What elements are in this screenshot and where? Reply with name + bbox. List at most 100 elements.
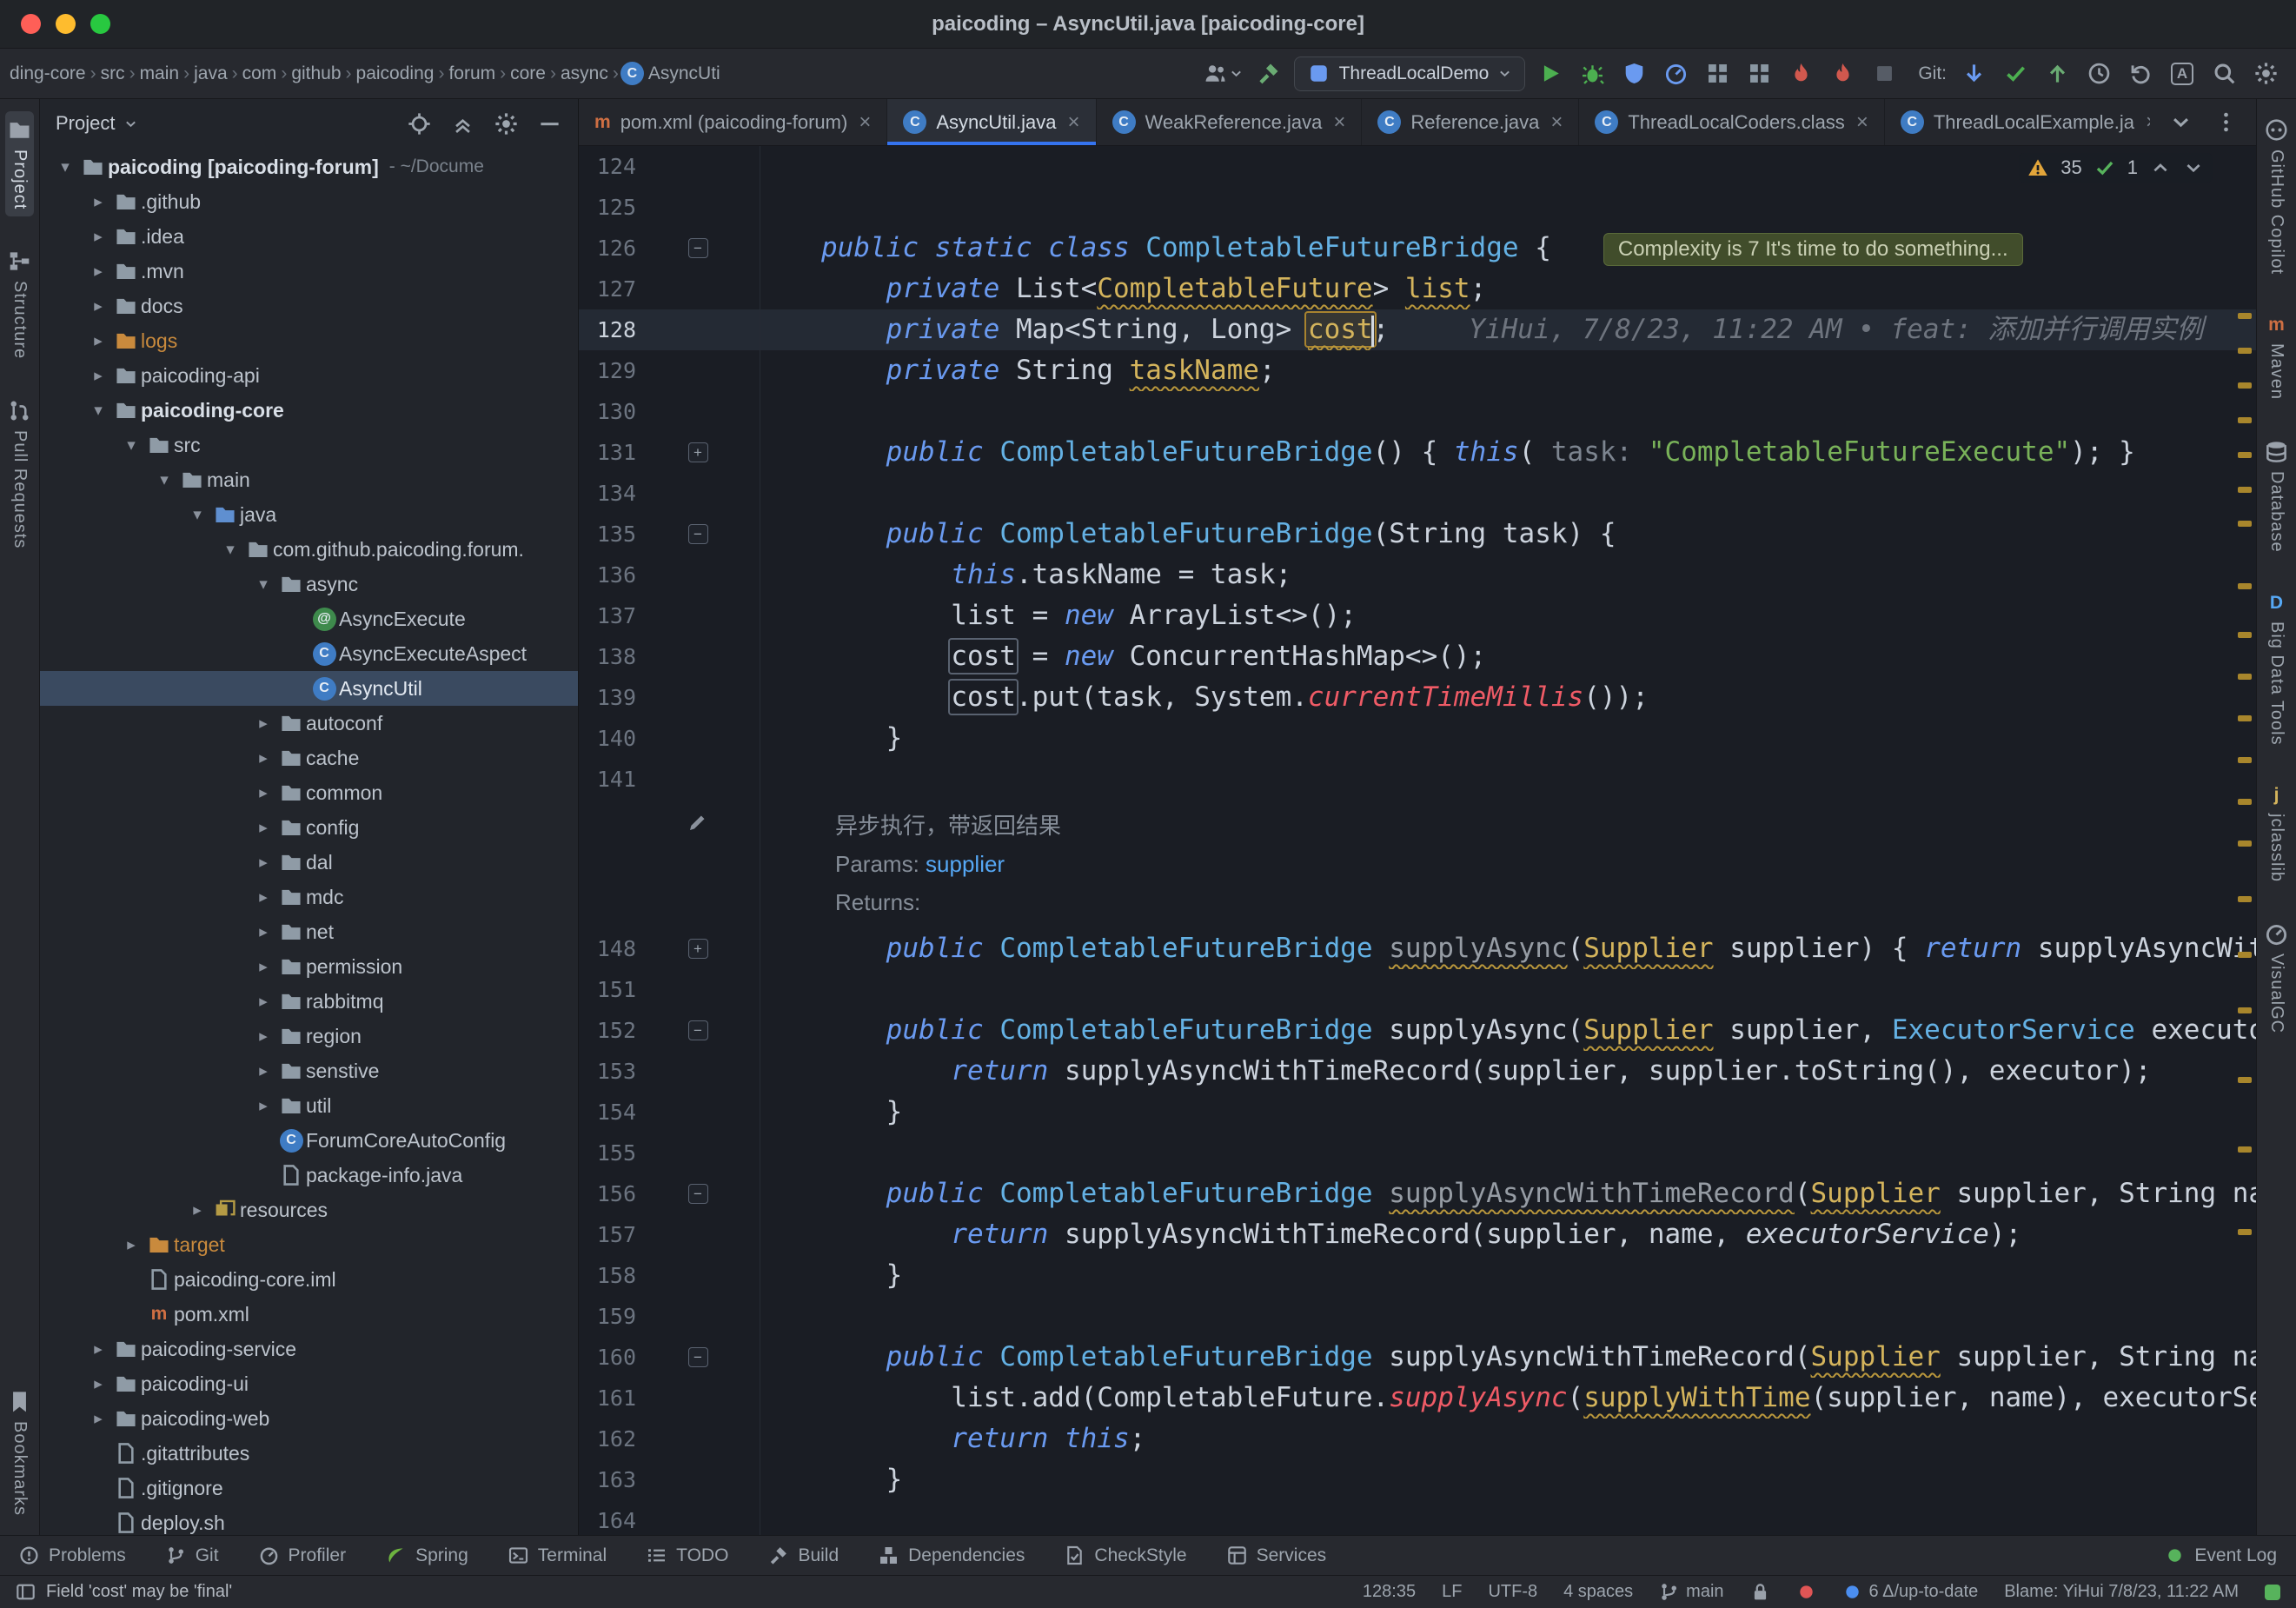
warning-stripe-mark[interactable] bbox=[2238, 583, 2252, 589]
inspections-widget[interactable]: 351 bbox=[2019, 153, 2213, 183]
tab-close-icon[interactable]: × bbox=[1333, 110, 1345, 135]
warning-stripe-mark[interactable] bbox=[2238, 757, 2252, 763]
collapse-all-button[interactable] bbox=[449, 110, 475, 136]
fold-marker-minus[interactable]: − bbox=[688, 524, 708, 544]
code-line-153[interactable]: 153 return supplyAsyncWithTimeRecord(sup… bbox=[579, 1051, 2256, 1092]
tab-close-icon[interactable]: × bbox=[1068, 110, 1080, 135]
inspection-message[interactable]: Field 'cost' may be 'final' bbox=[46, 1582, 232, 1602]
tree-item-util[interactable]: ▸util bbox=[40, 1088, 578, 1123]
tool-window-button-build[interactable]: Build bbox=[768, 1545, 839, 1566]
tool-window-button-spring[interactable]: Spring bbox=[386, 1545, 468, 1566]
tree-item-permission[interactable]: ▸permission bbox=[40, 949, 578, 984]
tree-item-mvn[interactable]: ▸.mvn bbox=[40, 254, 578, 289]
tool-window-button-dependencies[interactable]: Dependencies bbox=[879, 1545, 1025, 1566]
tree-collapse-chevron-icon[interactable]: ▸ bbox=[85, 296, 111, 316]
tree-item-paicoding-api[interactable]: ▸paicoding-api bbox=[40, 358, 578, 393]
commit-button[interactable] bbox=[1999, 57, 2032, 90]
tree-collapse-chevron-icon[interactable]: ▸ bbox=[85, 1374, 111, 1394]
fold-marker-plus[interactable]: + bbox=[688, 939, 708, 959]
tree-collapse-chevron-icon[interactable]: ▸ bbox=[250, 853, 276, 873]
warning-stripe-mark[interactable] bbox=[2238, 841, 2252, 847]
tree-item-target[interactable]: ▸target bbox=[40, 1227, 578, 1262]
warning-stripe-mark[interactable] bbox=[2238, 452, 2252, 458]
status-lock[interactable] bbox=[1750, 1582, 1770, 1602]
code-line-131[interactable]: 131+ public CompletableFutureBridge() { … bbox=[579, 432, 2256, 473]
tree-collapse-chevron-icon[interactable]: ▸ bbox=[85, 1409, 111, 1429]
tree-item-common[interactable]: ▸common bbox=[40, 775, 578, 810]
tree-item-github[interactable]: ▸.github bbox=[40, 184, 578, 219]
tree-item-config[interactable]: ▸config bbox=[40, 810, 578, 845]
warning-stripe-mark[interactable] bbox=[2238, 715, 2252, 721]
line-number[interactable]: 159 bbox=[579, 1296, 636, 1337]
line-number[interactable]: 152 bbox=[579, 1010, 636, 1051]
status-incoming-changes[interactable]: 6 Δ/up-to-date bbox=[1842, 1582, 1979, 1602]
tool-window-button-services[interactable]: Services bbox=[1227, 1545, 1327, 1566]
line-number[interactable]: 148 bbox=[579, 928, 636, 969]
tree-item-pom-xml[interactable]: mpom.xml bbox=[40, 1297, 578, 1332]
code-line-124[interactable]: 124 bbox=[579, 146, 2256, 187]
code-line-127[interactable]: 127 private List<CompletableFuture> list… bbox=[579, 269, 2256, 309]
tool-window-button-checkstyle[interactable]: CheckStyle bbox=[1065, 1545, 1186, 1566]
code-line-158[interactable]: 158 } bbox=[579, 1255, 2256, 1296]
tool-stripe-item-project[interactable]: Project bbox=[5, 111, 34, 216]
warning-stripe-mark[interactable] bbox=[2238, 1007, 2252, 1013]
tree-collapse-chevron-icon[interactable]: ▸ bbox=[118, 1235, 144, 1255]
code-with-me-button[interactable] bbox=[1204, 57, 1244, 90]
line-number[interactable]: 130 bbox=[579, 391, 636, 432]
breadcrumb-item-com[interactable]: com bbox=[240, 63, 280, 84]
doc-param-link[interactable]: supplier bbox=[926, 851, 1005, 877]
complexity-hint[interactable]: Complexity is 7 It's time to do somethin… bbox=[1603, 233, 2023, 266]
fold-marker-minus[interactable]: − bbox=[688, 1347, 708, 1367]
tree-collapse-chevron-icon[interactable]: ▸ bbox=[250, 1061, 276, 1081]
fold-marker-minus[interactable]: − bbox=[688, 1184, 708, 1204]
warning-stripe-mark[interactable] bbox=[2238, 632, 2252, 638]
tree-item-package-info-java[interactable]: package-info.java bbox=[40, 1158, 578, 1193]
tool-stripe-item-jclasslib[interactable]: jjclasslib bbox=[2264, 778, 2289, 889]
tab-close-icon[interactable]: × bbox=[1550, 110, 1563, 135]
tree-item-logs[interactable]: ▸logs bbox=[40, 323, 578, 358]
tree-expand-chevron-icon[interactable]: ▾ bbox=[85, 401, 111, 421]
tree-collapse-chevron-icon[interactable]: ▸ bbox=[250, 748, 276, 768]
line-number[interactable]: 139 bbox=[579, 677, 636, 718]
show-hidden-tabs-button[interactable] bbox=[2164, 106, 2197, 139]
code-line-137[interactable]: 137 list = new ArrayList<>(); bbox=[579, 595, 2256, 636]
zoom-window-button[interactable] bbox=[90, 14, 110, 34]
hide-tool-window-button[interactable] bbox=[536, 110, 562, 136]
editor-tab-reference-java[interactable]: CReference.java× bbox=[1362, 99, 1579, 145]
tree-item-src[interactable]: ▾src bbox=[40, 428, 578, 462]
line-number[interactable]: 154 bbox=[579, 1092, 636, 1133]
tree-item-region[interactable]: ▸region bbox=[40, 1019, 578, 1053]
code-line-162[interactable]: 162 return this; bbox=[579, 1419, 2256, 1459]
tab-list-button[interactable] bbox=[2209, 106, 2242, 139]
tree-item-paicoding-paicoding-forum[interactable]: ▾paicoding [paicoding-forum]- ~/Docume bbox=[40, 150, 578, 184]
tree-collapse-chevron-icon[interactable]: ▸ bbox=[250, 714, 276, 734]
tree-collapse-chevron-icon[interactable]: ▸ bbox=[250, 818, 276, 838]
tree-item-asyncutil[interactable]: CAsyncUtil bbox=[40, 671, 578, 706]
tree-collapse-chevron-icon[interactable]: ▸ bbox=[250, 922, 276, 942]
tree-expand-chevron-icon[interactable]: ▾ bbox=[250, 575, 276, 595]
translate-button[interactable]: A bbox=[2166, 57, 2199, 90]
tool-stripe-item-maven[interactable]: mMaven bbox=[2264, 308, 2289, 407]
line-number[interactable]: 157 bbox=[579, 1214, 636, 1255]
line-number[interactable]: 161 bbox=[579, 1378, 636, 1419]
code-line-157[interactable]: 157 return supplyAsyncWithTimeRecord(sup… bbox=[579, 1214, 2256, 1255]
tree-expand-chevron-icon[interactable]: ▾ bbox=[151, 470, 177, 490]
tree-collapse-chevron-icon[interactable]: ▸ bbox=[250, 992, 276, 1012]
line-number[interactable]: 138 bbox=[579, 636, 636, 677]
warning-stripe-mark[interactable] bbox=[2238, 313, 2252, 319]
tree-item-asyncexecute[interactable]: @AsyncExecute bbox=[40, 601, 578, 636]
code-line-152[interactable]: 152− public CompletableFutureBridge supp… bbox=[579, 1010, 2256, 1051]
status-git-branch[interactable]: main bbox=[1659, 1582, 1723, 1602]
tree-item-senstive[interactable]: ▸senstive bbox=[40, 1053, 578, 1088]
code-line-134[interactable]: 134 bbox=[579, 473, 2256, 514]
tool-window-button-git[interactable]: Git bbox=[166, 1545, 219, 1566]
line-number[interactable]: 155 bbox=[579, 1133, 636, 1173]
tool-window-button-event-log[interactable]: Event Log bbox=[2165, 1545, 2277, 1566]
tree-item-dal[interactable]: ▸dal bbox=[40, 845, 578, 880]
warning-stripe-mark[interactable] bbox=[2238, 1229, 2252, 1235]
warning-stripe-mark[interactable] bbox=[2238, 487, 2252, 493]
tree-collapse-chevron-icon[interactable]: ▸ bbox=[85, 331, 111, 351]
tree-item-forumcoreautoconfig[interactable]: CForumCoreAutoConfig bbox=[40, 1123, 578, 1158]
breadcrumb-item-java[interactable]: java bbox=[191, 63, 230, 84]
tab-close-icon[interactable]: × bbox=[859, 110, 871, 135]
